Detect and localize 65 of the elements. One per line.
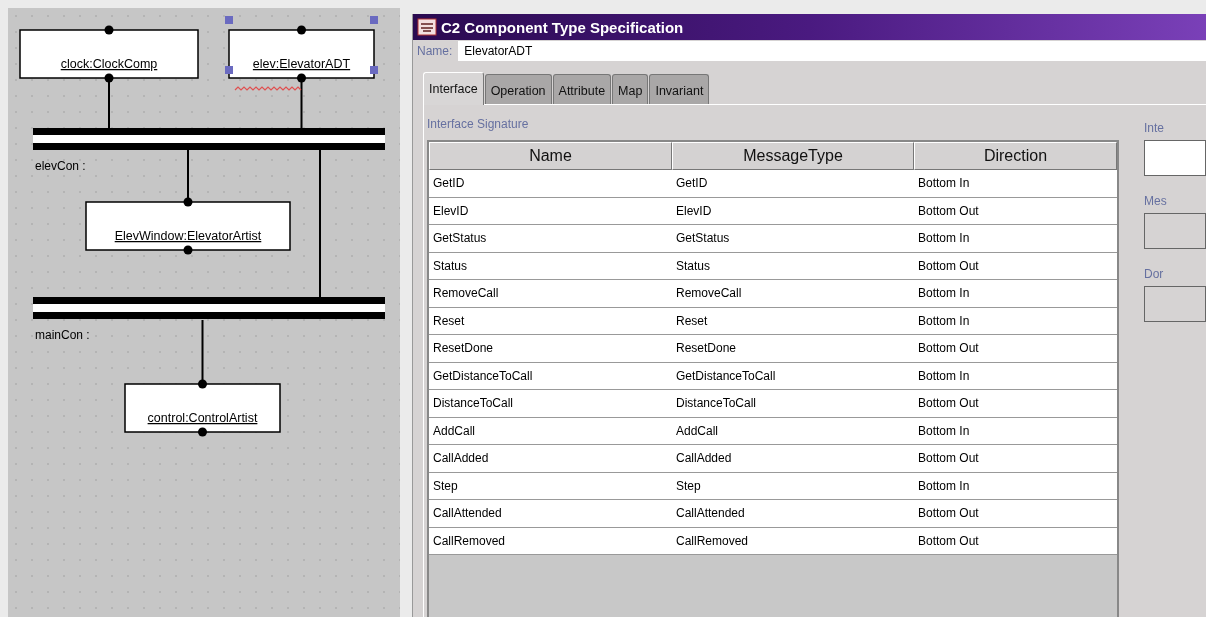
table-cell-text: GetDistanceToCall [432,367,534,385]
table-cell-text: ElevID [432,202,470,220]
column-header[interactable]: MessageType [672,142,914,170]
table-cell-text: CallAttended [432,505,503,522]
table-cell-text: Bottom In [917,367,971,385]
input-field[interactable] [1144,286,1206,322]
table-cell-text: Status [432,257,469,275]
table-cell-text: Bottom Out [917,340,980,357]
tab[interactable]: Map [612,74,649,104]
table-cell-text: Step [675,477,702,495]
field-label: Inte [1144,121,1165,135]
tab[interactable]: Operation [484,74,552,104]
field-label: Dor [1144,267,1165,281]
table-cell-text: AddCall [432,422,477,440]
app-icon [417,17,437,37]
window-title: C2 Component Type Specification [441,18,684,36]
table-cell-text: GetDistanceToCall [675,367,777,385]
table-cell-text: ElevID [675,202,713,220]
table-cell-text: RemoveCall [675,285,743,302]
table-cell-text: AddCall [675,422,720,440]
table-cell-text: Bottom In [917,477,971,495]
table-cell-text: DistanceToCall [675,395,758,412]
tab[interactable]: Attribute [552,74,612,104]
connector-bus[interactable] [33,128,385,150]
table-cell-text: Step [432,477,459,495]
table-cell-text: Reset [675,312,709,330]
table-cell-text: GetID [675,175,709,192]
table-cell-text: CallRemoved [675,532,750,550]
name-label: Name: [416,44,454,58]
connector-bus[interactable] [33,297,385,319]
connector-label: mainCon : [35,328,90,342]
table-cell-text: Bottom In [917,230,971,247]
name-field[interactable]: ElevatorADT [458,41,1206,61]
table-cell-text: ResetDone [432,340,495,357]
table-cell-text: Bottom In [917,175,971,192]
field-label: Mes [1144,194,1168,208]
tab[interactable]: Invariant [649,74,710,104]
section-label: Interface Signature [427,117,530,131]
column-header[interactable]: Name [429,142,672,170]
table-cell-text: DistanceToCall [432,395,515,412]
table-cell-text: Reset [432,312,466,330]
table-cell-text: Status [675,257,712,275]
table-cell-text: Bottom Out [917,450,980,467]
table-cell-text: ResetDone [675,340,738,357]
table-cell-text: Bottom In [917,422,971,440]
table-cell-text: GetStatus [675,230,731,247]
table-cell-text: GetID [432,175,466,192]
table-cell-text: CallAdded [432,450,490,467]
table-cell-text: Bottom In [917,312,971,330]
table-cell-text: CallAdded [675,450,733,467]
input-field[interactable] [1144,140,1206,176]
table-cell-text: Bottom Out [917,202,980,220]
table-cell-text: Bottom Out [917,395,980,412]
table-cell-text: CallAttended [675,505,746,522]
table-cell-text: Bottom Out [917,257,980,275]
table-cell-text: CallRemoved [432,532,507,550]
table-cell-text: Bottom Out [917,532,980,550]
column-header[interactable]: Direction [914,142,1117,170]
table-cell-text: Bottom Out [917,505,980,522]
connector-label: elevCon : [35,159,86,173]
input-field[interactable] [1144,213,1206,249]
table-cell-text: RemoveCall [432,285,500,302]
tab[interactable]: Interface [423,72,484,105]
table-cell-text: GetStatus [432,230,488,247]
table-cell-text: Bottom In [917,285,971,302]
